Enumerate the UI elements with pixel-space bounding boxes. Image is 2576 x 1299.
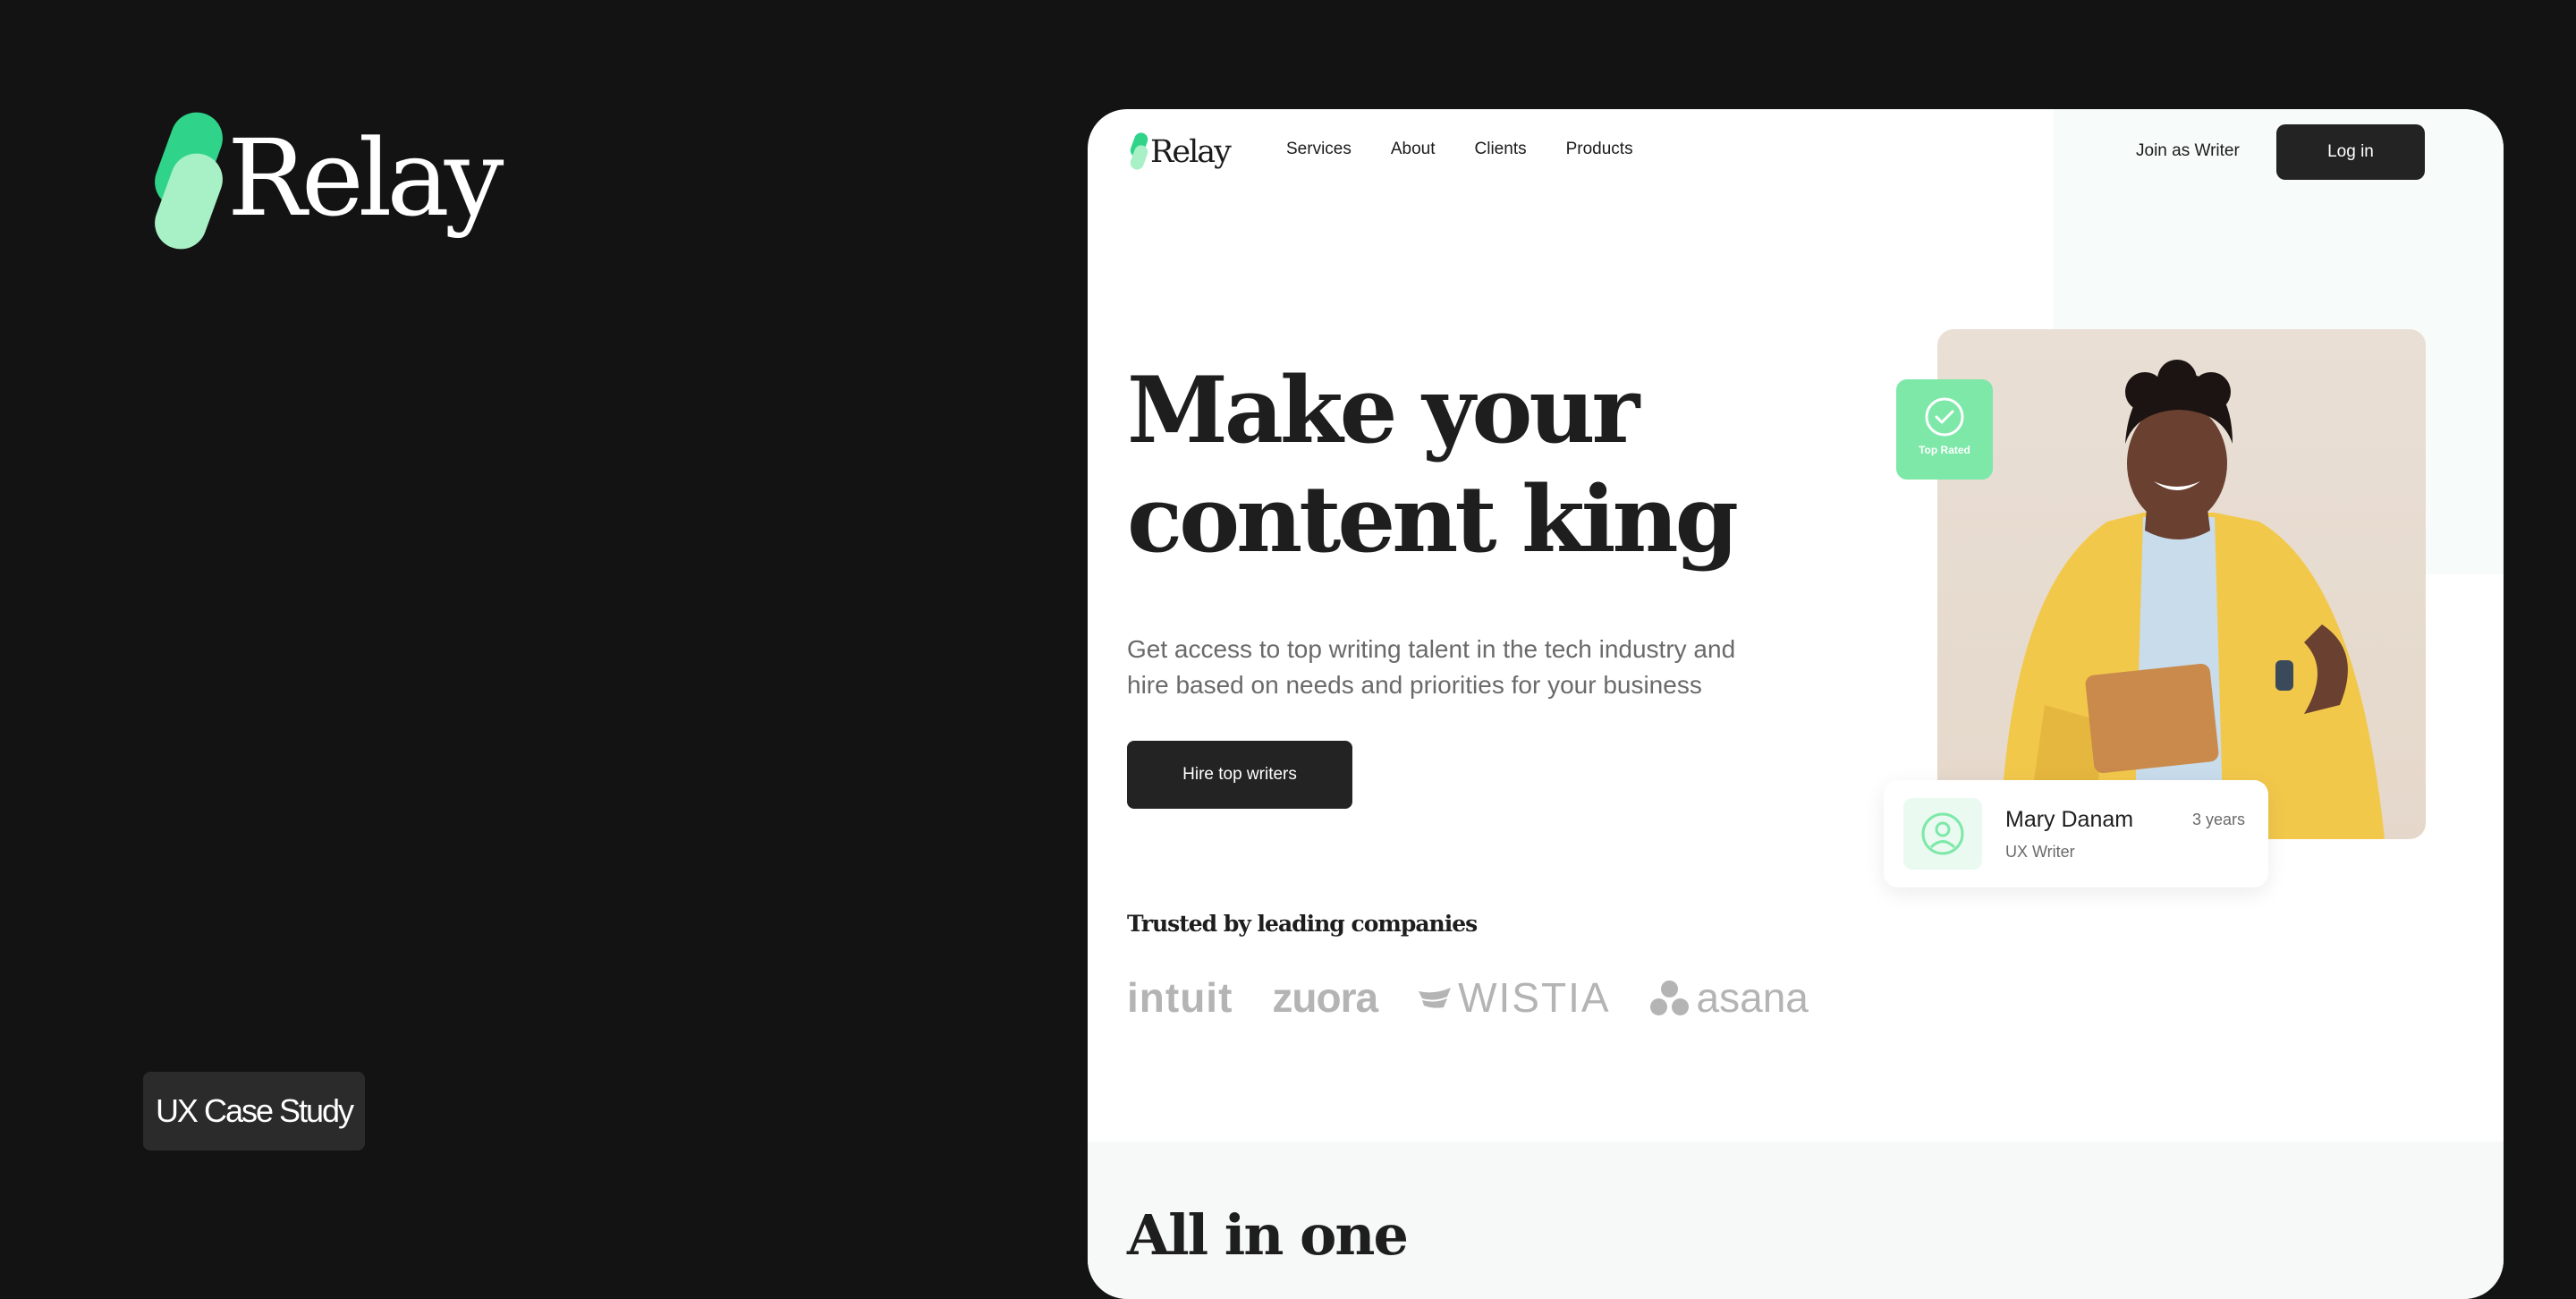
relay-logo-icon [1128,131,1150,172]
company-logos: intuit zuora WISTIA asana [1127,973,1809,1022]
brand-logo: Relay [147,105,504,257]
wistia-mark-icon [1419,988,1452,1008]
trusted-heading: Trusted by leading companies [1127,911,1478,937]
woman-portrait-illustration [2000,360,2385,839]
asana-logo: asana [1649,973,1809,1022]
wistia-logo: WISTIA [1417,973,1610,1022]
hire-top-writers-button[interactable]: Hire top writers [1127,741,1352,809]
zuora-logo: zuora [1272,974,1378,1021]
nav-link-clients[interactable]: Clients [1475,140,1527,159]
user-icon [1921,812,1964,855]
writer-experience: 3 years [2191,811,2245,828]
section-title: All in one [1127,1202,1409,1268]
brand-wordmark: Relay [227,116,504,240]
nav-link-products[interactable]: Products [1566,140,1633,159]
website-preview: Relay Services About Clients Products Jo… [1088,109,2504,1299]
hero-headline: Make your content king [1127,357,1739,573]
writer-profile-card[interactable]: Mary Danam UX Writer 3 years [1884,780,2268,887]
hero-subtitle: Get access to top writing talent in the … [1127,635,1736,699]
writer-photo [1937,329,2426,839]
join-as-writer-link[interactable]: Join as Writer [2136,141,2240,161]
writer-name: Mary Danam [2005,807,2134,832]
top-rated-badge: Top Rated [1896,379,1993,480]
asana-dots-icon [1649,979,1690,1016]
nav-link-about[interactable]: About [1391,140,1436,159]
writer-role: UX Writer [2005,843,2075,861]
relay-logo-icon [147,105,231,257]
intuit-logo: intuit [1127,974,1233,1021]
check-circle-icon [1925,397,1964,437]
login-button[interactable]: Log in [2276,124,2425,180]
nav-links: Services About Clients Products [1286,140,1633,159]
avatar [1903,798,1982,870]
top-nav: Relay Services About Clients Products Jo… [1088,109,2504,195]
nav-logo[interactable]: Relay [1128,131,1232,172]
case-study-badge: UX Case Study [143,1072,365,1150]
nav-link-services[interactable]: Services [1286,140,1352,159]
